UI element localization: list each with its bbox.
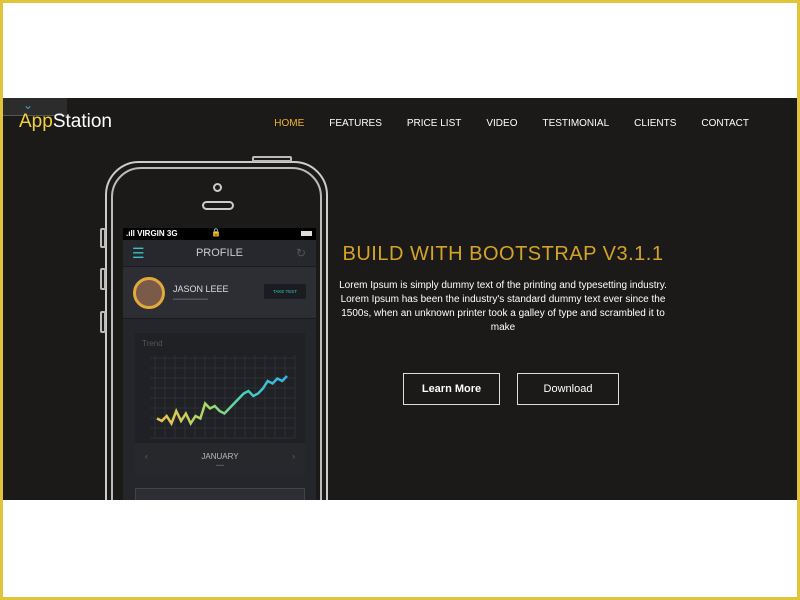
nav-clients[interactable]: CLIENTS <box>634 118 676 129</box>
lock-icon: 🔒 <box>211 228 221 237</box>
user-name: JASON LEEE <box>173 284 229 294</box>
logo[interactable]: AppStation <box>19 111 112 133</box>
month-selector: ‹ JANUARY ▬▬ › <box>135 443 305 475</box>
status-bar: .ıll VIRGIN 3G 🔒 <box>123 228 316 240</box>
chevron-left-icon[interactable]: ‹ <box>145 452 148 461</box>
phone-screen: .ıll VIRGIN 3G 🔒 ☰ PROFILE ↻ JASON LEEE … <box>123 228 316 500</box>
trend-svg <box>150 355 296 439</box>
chevron-down-icon: ⌄ <box>23 98 34 112</box>
screen-title: PROFILE <box>195 247 244 259</box>
trend-chart: Trend ‹ JANUARY ▬▬ › <box>135 333 305 475</box>
logo-part1: App <box>19 111 53 132</box>
nav-features[interactable]: FEATURES <box>329 118 382 129</box>
nav-testimonial[interactable]: TESTIMONIAL <box>542 118 609 129</box>
download-button[interactable]: Download <box>517 373 619 405</box>
year-label: ▬▬ <box>216 462 224 467</box>
network: 3G <box>166 229 178 238</box>
phone-mockup: .ıll VIRGIN 3G 🔒 ☰ PROFILE ↻ JASON LEEE … <box>100 156 328 500</box>
menu-icon[interactable]: ☰ <box>132 240 145 266</box>
speaker-icon <box>202 201 234 210</box>
nav-home[interactable]: HOME <box>274 118 304 129</box>
logo-part2: Station <box>52 111 112 132</box>
camera-icon <box>213 183 222 192</box>
chart-title: Trend <box>142 339 163 348</box>
hero-section: ⌄ AppStation HOME FEATURES PRICE LIST VI… <box>3 98 797 500</box>
battery-icon <box>301 231 312 236</box>
nav-price-list[interactable]: PRICE LIST <box>407 118 461 129</box>
avatar <box>133 277 165 309</box>
hero-headline: BUILD WITH BOOTSTRAP V3.1.1 <box>342 243 664 265</box>
take-test-button[interactable]: TAKE TEST <box>264 284 306 299</box>
refresh-icon[interactable]: ↻ <box>296 240 306 266</box>
app-topbar: ☰ PROFILE ↻ <box>123 240 316 267</box>
nav-contact[interactable]: CONTACT <box>701 118 749 129</box>
stats-card <box>135 488 305 500</box>
profile-card: JASON LEEE ▬▬▬▬▬▬▬ TAKE TEST <box>123 267 316 319</box>
trend-line <box>156 375 288 427</box>
month-label: JANUARY <box>201 452 239 461</box>
signal-icon: .ıll <box>126 229 138 238</box>
main-nav: HOME FEATURES PRICE LIST VIDEO TESTIMONI… <box>274 118 749 129</box>
learn-more-button[interactable]: Learn More <box>403 373 500 405</box>
hero-description: Lorem Ipsum is simply dummy text of the … <box>339 280 667 333</box>
chevron-right-icon[interactable]: › <box>292 452 295 461</box>
phone-power-button <box>252 156 292 162</box>
phone-side-button <box>100 228 106 248</box>
phone-volume-down <box>100 311 106 333</box>
phone-volume-up <box>100 268 106 290</box>
page-frame: ⌄ AppStation HOME FEATURES PRICE LIST VI… <box>3 3 797 597</box>
user-subtitle: ▬▬▬▬▬▬▬ <box>173 296 208 302</box>
carrier: VIRGIN <box>137 229 165 238</box>
nav-video[interactable]: VIDEO <box>486 118 517 129</box>
